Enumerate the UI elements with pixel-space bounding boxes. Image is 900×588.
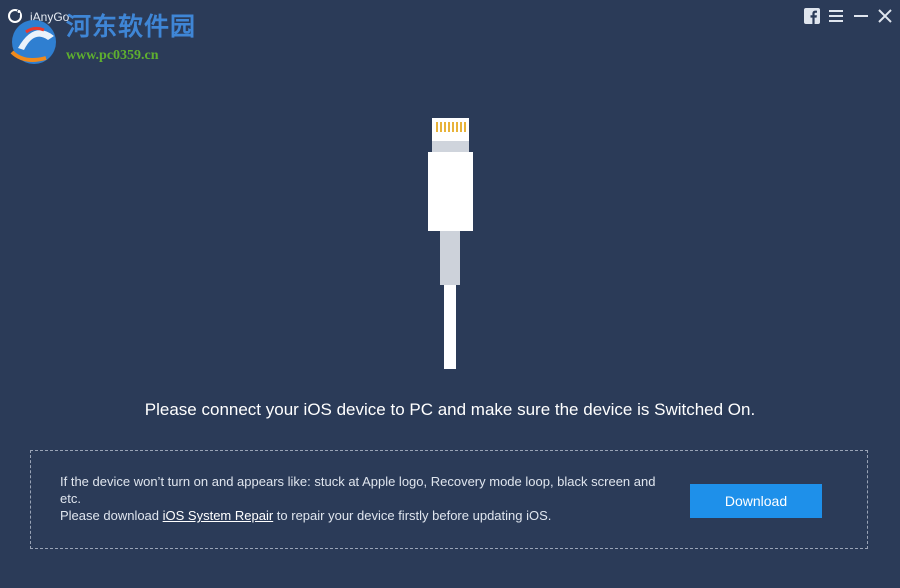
info-line-download: Please download iOS System Repair to rep… — [60, 507, 660, 524]
close-icon[interactable] — [875, 6, 895, 26]
cable-neck — [432, 141, 469, 152]
cable-wire — [444, 285, 456, 369]
info-line-download-prefix: Please download — [60, 508, 163, 523]
info-line-download-suffix: to repair your device firstly before upd… — [273, 508, 552, 523]
watermark-logo-icon — [10, 20, 56, 64]
app-window: iAnyGo 河东软件园 www.pc0359.cn Please connec… — [0, 0, 900, 588]
watermark-site-url: www.pc0359.cn — [66, 48, 159, 63]
connect-device-message: Please connect your iOS device to PC and… — [144, 400, 756, 419]
ios-system-repair-link[interactable]: iOS System Repair — [163, 508, 274, 523]
title-bar[interactable]: iAnyGo 河东软件园 www.pc0359.cn — [0, 0, 900, 64]
info-line-troubleshoot: If the device won’t turn on and appears … — [60, 474, 656, 506]
menu-icon[interactable] — [826, 6, 846, 26]
watermark-site-name: 河东软件园 — [66, 12, 197, 41]
lightning-cable-illustration — [428, 118, 473, 369]
info-box: If the device won’t turn on and appears … — [30, 450, 868, 549]
cable-housing — [428, 152, 473, 231]
download-button[interactable]: Download — [690, 484, 822, 518]
minimize-icon[interactable] — [851, 6, 871, 26]
cable-strain-relief — [440, 231, 460, 285]
facebook-icon[interactable] — [802, 6, 822, 26]
info-text: If the device won’t turn on and appears … — [60, 473, 660, 524]
